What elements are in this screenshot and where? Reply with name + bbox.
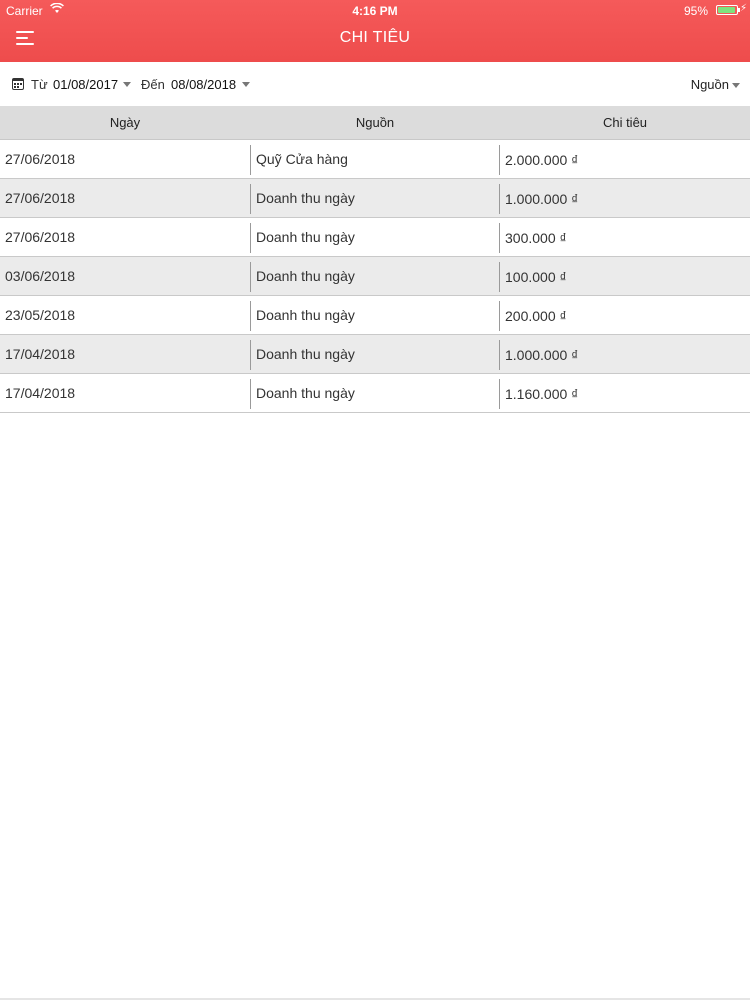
table-row[interactable]: 27/06/2018 Quỹ Cửa hàng 2.000.000 ₫ — [0, 140, 750, 179]
row-source: Doanh thu ngày — [250, 340, 501, 370]
column-header-amount[interactable]: Chi tiêu — [500, 115, 750, 130]
row-date: 23/05/2018 — [5, 307, 76, 323]
chevron-down-icon — [732, 83, 740, 89]
chevron-down-icon[interactable] — [123, 82, 131, 87]
chevron-down-icon[interactable] — [242, 82, 250, 87]
from-date-select[interactable]: 01/08/2017 — [53, 77, 118, 92]
source-filter-label: Nguồn — [690, 77, 729, 92]
battery-percent: 95% — [683, 4, 708, 18]
expense-table: Ngày Nguồn Chi tiêu 27/06/2018 Quỹ Cửa h… — [0, 106, 750, 413]
row-amount: 100.000 ₫ — [499, 262, 750, 292]
table-row[interactable]: 27/06/2018 Doanh thu ngày 1.000.000 ₫ — [0, 179, 750, 218]
table-row[interactable]: 03/06/2018 Doanh thu ngày 100.000 ₫ — [0, 257, 750, 296]
row-date: 03/06/2018 — [5, 268, 76, 284]
row-amount: 2.000.000 ₫ — [499, 145, 750, 175]
status-bar: Carrier 4:16 PM 95% ⚡ — [0, 0, 750, 22]
filter-bar: Từ 01/08/2017 Đến 08/08/2018 Nguồn — [0, 62, 750, 106]
row-source: Doanh thu ngày — [250, 379, 501, 409]
row-date: 27/06/2018 — [5, 229, 76, 245]
table-row[interactable]: 17/04/2018 Doanh thu ngày 1.160.000 ₫ — [0, 374, 750, 413]
charging-icon: ⚡ — [739, 3, 747, 14]
row-source: Doanh thu ngày — [250, 184, 501, 214]
row-amount: 300.000 ₫ — [499, 223, 750, 253]
row-amount: 1.000.000 ₫ — [499, 340, 750, 370]
row-date: 17/04/2018 — [5, 346, 76, 362]
row-date: 27/06/2018 — [5, 151, 76, 167]
source-filter-dropdown[interactable]: Nguồn — [691, 77, 740, 92]
row-amount: 1.000.000 ₫ — [499, 184, 750, 214]
table-header: Ngày Nguồn Chi tiêu — [0, 106, 750, 140]
column-header-date[interactable]: Ngày — [0, 115, 250, 130]
row-amount: 1.160.000 ₫ — [499, 379, 750, 409]
table-row[interactable]: 27/06/2018 Doanh thu ngày 300.000 ₫ — [0, 218, 750, 257]
app-header: Carrier 4:16 PM 95% ⚡ CHI TIÊU — [0, 0, 750, 62]
row-amount: 200.000 ₫ — [499, 301, 750, 331]
calendar-icon — [12, 78, 24, 90]
row-source: Doanh thu ngày — [250, 262, 501, 292]
row-source: Doanh thu ngày — [250, 301, 501, 331]
row-date: 27/06/2018 — [5, 190, 76, 206]
row-source: Doanh thu ngày — [250, 223, 501, 253]
to-label: Đến — [141, 77, 165, 92]
status-time: 4:16 PM — [352, 4, 398, 18]
page-title: CHI TIÊU — [339, 29, 411, 46]
to-date-select[interactable]: 08/08/2018 — [171, 77, 236, 92]
table-row[interactable]: 17/04/2018 Doanh thu ngày 1.000.000 ₫ — [0, 335, 750, 374]
from-label: Từ — [31, 77, 48, 92]
row-source: Quỹ Cửa hàng — [250, 145, 501, 175]
table-row[interactable]: 23/05/2018 Doanh thu ngày 200.000 ₫ — [0, 296, 750, 335]
row-date: 17/04/2018 — [5, 385, 76, 401]
column-header-source[interactable]: Nguồn — [250, 115, 500, 130]
battery-icon — [716, 5, 740, 15]
